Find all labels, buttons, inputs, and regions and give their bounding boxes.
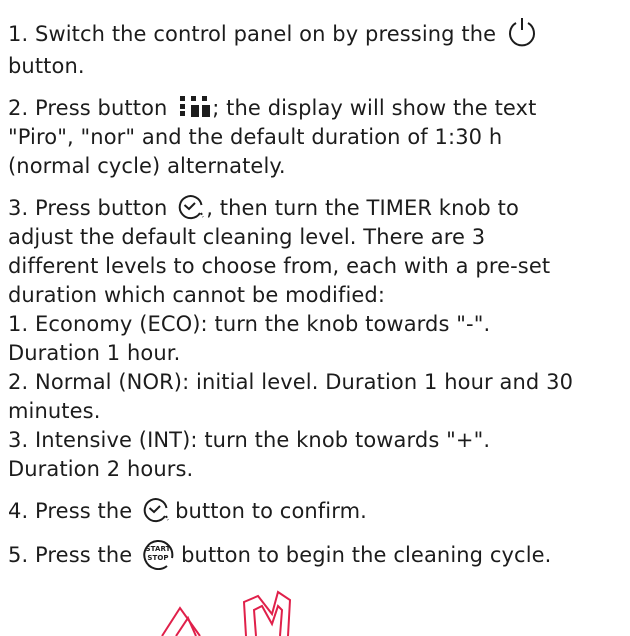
level-eco-line-2: Duration 1 hour. [8, 341, 181, 365]
step-2: 2. Press button ; the display will show … [8, 94, 620, 181]
level-nor-line-1: 2. Normal (NOR): initial level. Duration… [8, 370, 574, 394]
level-int-line-1: 3. Intensive (INT): turn the knob toward… [8, 428, 491, 452]
step-5-text-after: button to begin the cleaning cycle. [181, 543, 552, 567]
level-nor-line-2: minutes. [8, 399, 101, 423]
start-label: START [146, 545, 171, 553]
step-2-text: 2. Press button [8, 96, 168, 120]
step-1-line-2: button. [8, 54, 85, 78]
step-4: 4. Press the button to confirm. [8, 497, 620, 526]
step-3: 3. Press button , then turn the TIMER kn… [8, 194, 620, 484]
step-2-line-3: (normal cycle) alternately. [8, 154, 286, 178]
step-3-line-1: 3. Press button , then turn the TIMER kn… [8, 194, 620, 223]
start-stop-icon: START STOP [141, 536, 177, 570]
level-eco-line-1: 1. Economy (ECO): turn the knob towards … [8, 312, 491, 336]
step-1: 1. Switch the control panel on by pressi… [8, 18, 620, 81]
step-1-line-1: 1. Switch the control panel on by pressi… [8, 18, 620, 52]
step-5-line-1: 5. Press the START STOP button to begin … [8, 539, 620, 573]
step-4-text-after: button to confirm. [175, 499, 367, 523]
step-3-line-4: duration which cannot be modified: [8, 283, 386, 307]
instruction-text: 1. Switch the control panel on by pressi… [8, 18, 620, 573]
timer-icon [141, 496, 171, 524]
stop-label: STOP [147, 554, 168, 562]
step-2-line-2: "Piro", "nor" and the default duration o… [8, 125, 503, 149]
timer-icon [176, 193, 206, 221]
step-2-line-1: 2. Press button ; the display will show … [8, 94, 620, 123]
step-4-line-1: 4. Press the button to confirm. [8, 497, 620, 526]
step-3-text-after: , then turn the TIMER knob to [206, 196, 519, 220]
step-5: 5. Press the START STOP button to begin … [8, 539, 620, 573]
power-icon [505, 15, 539, 49]
level-int-line-2: Duration 2 hours. [8, 457, 194, 481]
step-2-text-after: ; the display will show the text [212, 96, 537, 120]
step-3-line-2: adjust the default cleaning level. There… [8, 225, 486, 249]
step-4-text: 4. Press the [8, 499, 133, 523]
step-3-line-3: different levels to choose from, each wi… [8, 254, 551, 278]
grid-dots-icon [178, 94, 212, 120]
step-1-text: 1. Switch the control panel on by pressi… [8, 22, 497, 46]
step-5-text: 5. Press the [8, 543, 133, 567]
step-3-text: 3. Press button [8, 196, 168, 220]
